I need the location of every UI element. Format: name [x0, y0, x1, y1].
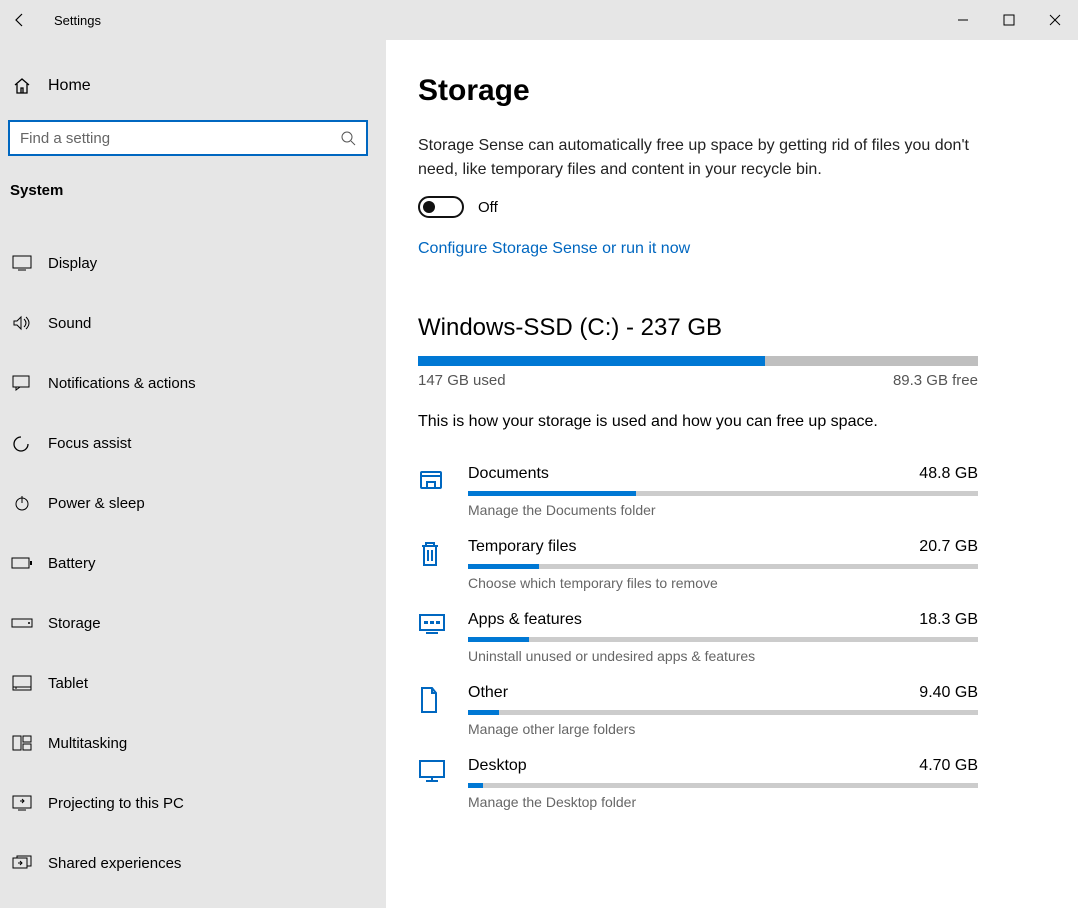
nav-display[interactable]: Display — [0, 233, 386, 293]
drive-usage-bar — [418, 356, 978, 366]
home-label: Home — [48, 77, 91, 95]
search-input[interactable] — [20, 130, 340, 147]
category-name: Temporary files — [468, 538, 576, 556]
category-name: Other — [468, 684, 508, 702]
battery-icon — [10, 557, 34, 569]
storage-sense-toggle[interactable] — [418, 196, 464, 218]
category-row[interactable]: Desktop 4.70 GB Manage the Desktop folder — [418, 743, 978, 816]
category-hint: Manage the Desktop folder — [468, 794, 978, 810]
nav-focus-assist[interactable]: Focus assist — [0, 413, 386, 473]
multitask-icon — [10, 735, 34, 751]
nav-label: Focus assist — [48, 435, 131, 452]
nav-projecting[interactable]: Projecting to this PC — [0, 773, 386, 833]
power-icon — [10, 494, 34, 512]
desktop-icon — [418, 757, 452, 810]
category-hint: Uninstall unused or undesired apps & fea… — [468, 648, 978, 664]
apps-icon — [418, 611, 452, 664]
nav-label: Projecting to this PC — [48, 795, 184, 812]
category-hint: Choose which temporary files to remove — [468, 575, 978, 591]
close-button[interactable] — [1032, 0, 1078, 40]
category-hint: Manage the Documents folder — [468, 502, 978, 518]
toggle-state-label: Off — [478, 199, 498, 216]
tablet-icon — [10, 675, 34, 691]
nav-list: Display Sound Notifications & actions Fo… — [0, 233, 386, 893]
nav-sound[interactable]: Sound — [0, 293, 386, 353]
project-icon — [10, 795, 34, 811]
nav-storage[interactable]: Storage — [0, 593, 386, 653]
category-bar — [468, 564, 978, 569]
file-icon — [418, 684, 452, 737]
configure-link[interactable]: Configure Storage Sense or run it now — [418, 240, 690, 258]
category-hint: Manage other large folders — [468, 721, 978, 737]
category-size: 9.40 GB — [919, 684, 978, 702]
home-nav[interactable]: Home — [0, 66, 386, 106]
nav-multitasking[interactable]: Multitasking — [0, 713, 386, 773]
nav-label: Display — [48, 255, 97, 272]
nav-label: Power & sleep — [48, 495, 145, 512]
nav-label: Storage — [48, 615, 101, 632]
usage-desc: This is how your storage is used and how… — [418, 413, 1038, 431]
category-bar — [468, 637, 978, 642]
storage-icon — [10, 618, 34, 628]
notifications-icon — [10, 375, 34, 391]
nav-label: Sound — [48, 315, 91, 332]
shared-icon — [10, 855, 34, 871]
display-icon — [10, 255, 34, 271]
focus-icon — [10, 433, 34, 453]
nav-shared-exp[interactable]: Shared experiences — [0, 833, 386, 893]
maximize-button[interactable] — [986, 0, 1032, 40]
used-label: 147 GB used — [418, 372, 506, 389]
category-size: 18.3 GB — [919, 611, 978, 629]
storage-sense-desc: Storage Sense can automatically free up … — [418, 134, 978, 182]
search-icon — [340, 130, 356, 146]
category-size: 20.7 GB — [919, 538, 978, 556]
main-content: Storage Storage Sense can automatically … — [386, 40, 1078, 908]
group-header: System — [0, 174, 386, 209]
sidebar: Home System Display Sound Notifications … — [0, 40, 386, 908]
trash-icon — [418, 538, 452, 591]
titlebar: Settings — [0, 0, 1078, 40]
nav-power-sleep[interactable]: Power & sleep — [0, 473, 386, 533]
category-name: Apps & features — [468, 611, 582, 629]
category-row[interactable]: Other 9.40 GB Manage other large folders — [418, 670, 978, 743]
sound-icon — [10, 315, 34, 331]
home-icon — [10, 76, 34, 96]
free-label: 89.3 GB free — [893, 372, 978, 389]
nav-label: Battery — [48, 555, 96, 572]
category-name: Documents — [468, 465, 549, 483]
page-title: Storage — [418, 74, 1038, 108]
category-bar — [468, 491, 978, 496]
back-button[interactable] — [0, 0, 40, 40]
minimize-button[interactable] — [940, 0, 986, 40]
nav-label: Multitasking — [48, 735, 127, 752]
category-row[interactable]: Temporary files 20.7 GB Choose which tempo… — [418, 524, 978, 597]
nav-label: Notifications & actions — [48, 375, 196, 392]
category-bar — [468, 783, 978, 788]
nav-notifications[interactable]: Notifications & actions — [0, 353, 386, 413]
category-row[interactable]: Documents 48.8 GB Manage the Documents fol… — [418, 451, 978, 524]
window-title: Settings — [54, 13, 101, 28]
category-row[interactable]: Apps & features 18.3 GB Uninstall unused o… — [418, 597, 978, 670]
nav-battery[interactable]: Battery — [0, 533, 386, 593]
nav-tablet[interactable]: Tablet — [0, 653, 386, 713]
category-size: 48.8 GB — [919, 465, 978, 483]
category-bar — [468, 710, 978, 715]
category-size: 4.70 GB — [919, 757, 978, 775]
category-name: Desktop — [468, 757, 527, 775]
drive-title: Windows-SSD (C:) - 237 GB — [418, 314, 1038, 342]
documents-icon — [418, 465, 452, 518]
search-box[interactable] — [8, 120, 368, 156]
nav-label: Shared experiences — [48, 855, 181, 872]
nav-label: Tablet — [48, 675, 88, 692]
